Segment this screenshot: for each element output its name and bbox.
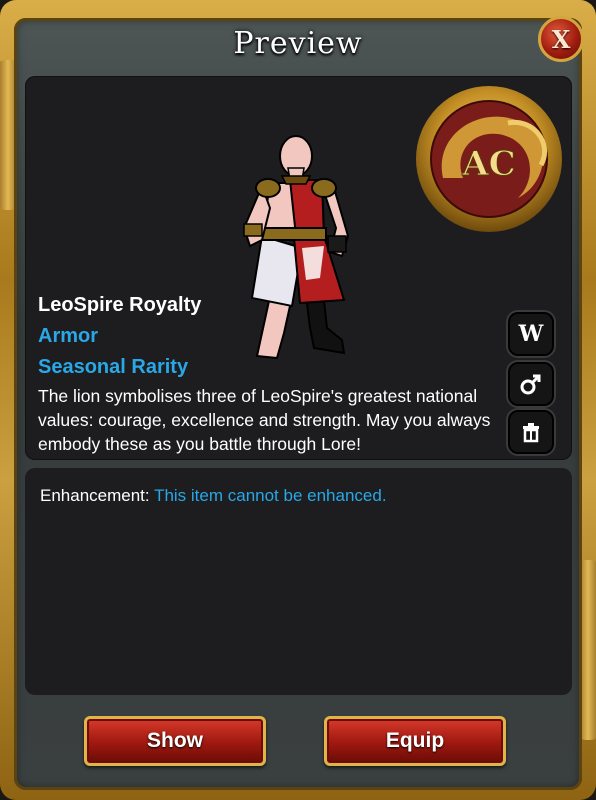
item-type: Armor xyxy=(38,325,99,347)
item-description: The lion symbolises three of LeoSpire's … xyxy=(38,386,491,454)
item-name: LeoSpire Royalty xyxy=(38,294,202,316)
trash-icon xyxy=(523,423,539,443)
equip-button[interactable]: Equip xyxy=(324,716,506,766)
close-button[interactable]: X xyxy=(538,16,584,62)
window-title: Preview xyxy=(233,26,363,61)
delete-item-button[interactable] xyxy=(508,410,554,454)
wear-button[interactable]: W xyxy=(508,312,554,356)
item-rarity: Seasonal Rarity xyxy=(38,356,189,378)
gender-toggle-button[interactable] xyxy=(508,362,554,406)
enhancement-value: This item cannot be enhanced. xyxy=(154,486,387,505)
character-preview-image[interactable] xyxy=(232,128,362,368)
male-icon xyxy=(520,374,541,395)
enhancement-label: Enhancement: xyxy=(40,486,150,505)
wear-icon: W xyxy=(518,321,544,347)
close-icon: X xyxy=(551,24,571,54)
emblem-text: AC xyxy=(461,144,515,184)
enhancement-row: Enhancement: This item cannot be enhance… xyxy=(40,486,387,506)
ac-logo-emblem: AC xyxy=(416,86,562,232)
show-button[interactable]: Show xyxy=(84,716,266,766)
